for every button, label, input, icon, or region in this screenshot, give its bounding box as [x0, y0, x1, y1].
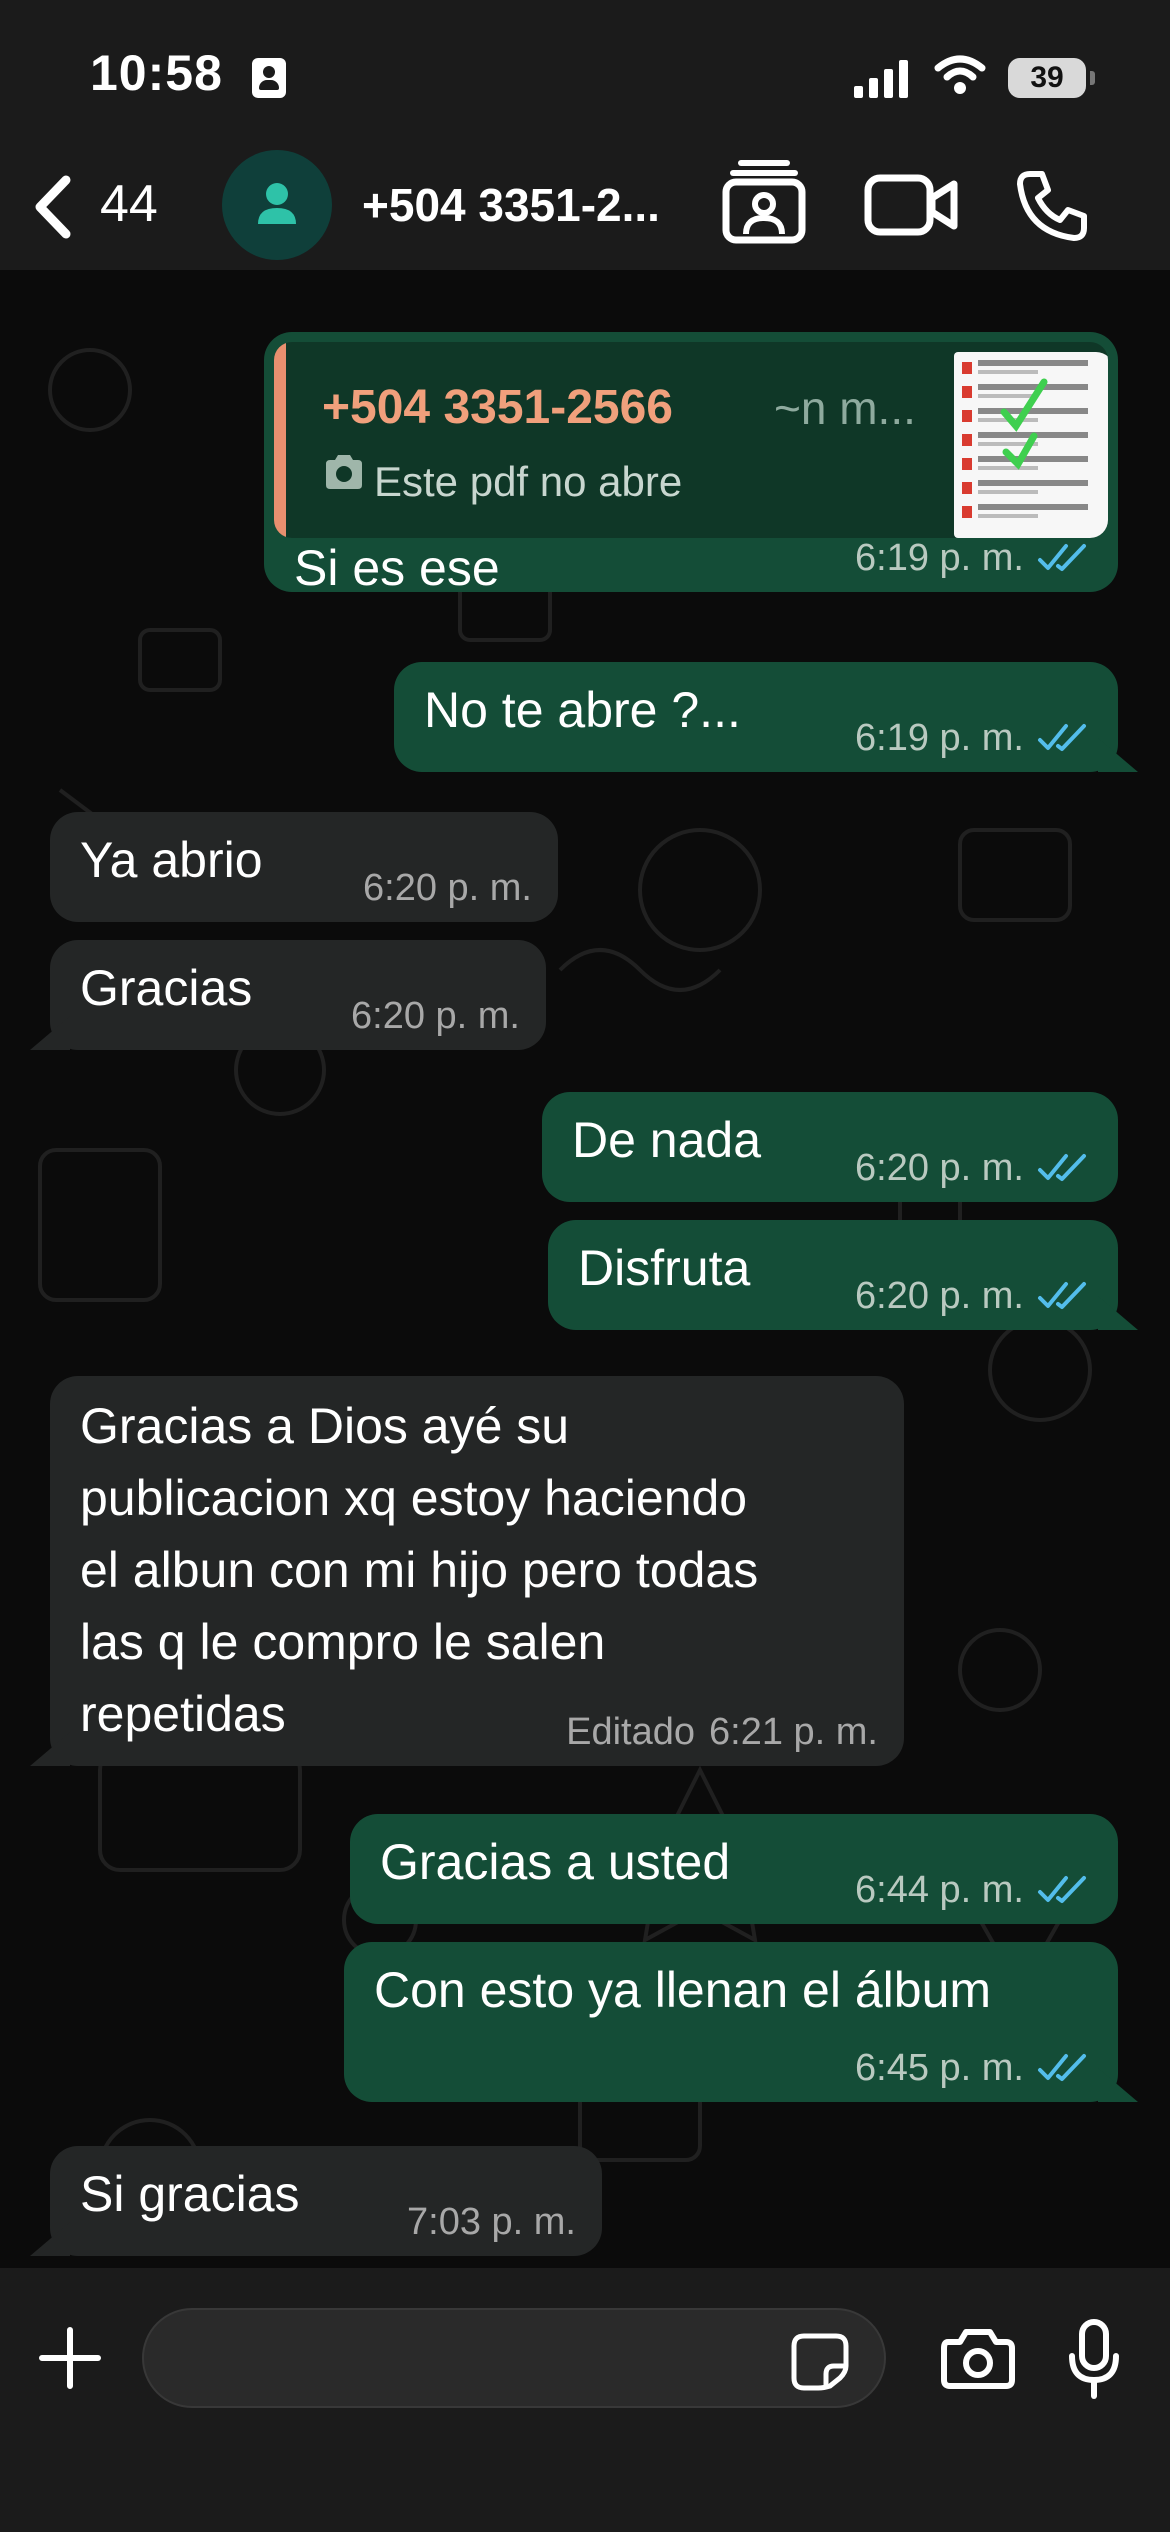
reply-thumbnail — [954, 352, 1108, 538]
chat-header: 44 +504 3351-2... — [0, 150, 1170, 270]
message-meta: Editado 6:21 p. m. — [566, 1708, 878, 1756]
sticker-icon[interactable] — [790, 2332, 850, 2392]
avatar[interactable] — [222, 150, 332, 260]
reply-quoted-text: Este pdf no abre — [374, 458, 683, 505]
reply-push-name: ~n m... — [774, 382, 916, 434]
message-text: De nada — [572, 1112, 762, 1168]
edited-label: Editado — [566, 1711, 696, 1753]
green-check-mark — [1000, 378, 1048, 470]
unread-count[interactable]: 44 — [100, 174, 158, 234]
message-text: Ya abrio — [80, 832, 263, 888]
message-time: 6:19 p. m. — [855, 537, 1024, 579]
message-meta: 6:19 p. m. — [855, 534, 1092, 582]
reply-quote[interactable]: +504 3351-2566 ~n m... Este pdf no abre — [274, 342, 1108, 538]
message-line: Gracias a Dios ayé su — [80, 1398, 570, 1454]
message-time: 6:19 p. m. — [855, 717, 1024, 759]
message-text: No te abre ?... — [424, 682, 741, 738]
double-check-read-icon — [1038, 544, 1086, 571]
message-meta: 6:19 p. m. — [855, 714, 1092, 762]
message-bubble-outgoing[interactable]: Disfruta 6:20 p. m. — [548, 1220, 1138, 1330]
message-bubble-incoming[interactable]: Gracias 6:20 p. m. — [30, 940, 546, 1050]
message-meta: 6:20 p. m. — [855, 1272, 1092, 1320]
message-bubble-outgoing[interactable]: No te abre ?... 6:19 p. m. — [394, 662, 1138, 772]
message-bubble-outgoing[interactable]: Con esto ya llenan el álbum 6:45 p. m. — [344, 1942, 1138, 2102]
contact-card-status-icon — [252, 58, 286, 98]
reply-accent-bar — [274, 342, 286, 538]
reply-author: +504 3351-2566 — [322, 381, 673, 434]
message-time: 6:20 p. m. — [363, 867, 532, 909]
microphone-icon[interactable] — [1066, 2318, 1122, 2402]
message-text: Si gracias — [80, 2166, 300, 2222]
message-text: Si es ese — [294, 540, 500, 596]
message-bubble-outgoing[interactable]: De nada 6:20 p. m. — [542, 1092, 1118, 1202]
message-bubble-outgoing[interactable]: +504 3351-2566 ~n m... Este pdf no abre — [264, 332, 1118, 596]
message-line: publicacion xq estoy haciendo — [80, 1470, 748, 1526]
message-meta: 6:45 p. m. — [855, 2044, 1092, 2092]
message-text: Gracias a usted — [380, 1834, 731, 1890]
message-text: Gracias a Dios ayé su publicacion xq est… — [80, 1390, 758, 1750]
default-avatar-icon — [258, 183, 296, 224]
message-line: el albun con mi hijo pero todas — [80, 1542, 759, 1598]
message-meta: 7:03 p. m. — [407, 2198, 576, 2246]
double-check-read-icon — [1038, 1876, 1086, 1903]
camera-icon[interactable] — [940, 2326, 1016, 2390]
message-time: 6:44 p. m. — [855, 1869, 1024, 1911]
signal-icon — [854, 60, 910, 98]
voice-call-icon[interactable] — [1014, 168, 1090, 244]
message-bubble-outgoing[interactable]: Gracias a usted 6:44 p. m. — [350, 1814, 1118, 1924]
double-check-read-icon — [1038, 1282, 1086, 1309]
message-text: Disfruta — [578, 1240, 751, 1296]
message-time: 6:20 p. m. — [351, 995, 520, 1037]
back-chevron-icon[interactable] — [26, 172, 86, 242]
message-time: 6:20 p. m. — [855, 1147, 1024, 1189]
message-text: Con esto ya llenan el álbum — [374, 1962, 992, 2018]
message-meta: 6:20 p. m. — [363, 864, 532, 912]
contact-name[interactable]: +504 3351-2... — [362, 178, 702, 232]
message-list[interactable]: +504 3351-2566 ~n m... Este pdf no abre — [0, 270, 1170, 2268]
camera-icon — [326, 455, 362, 489]
message-time: 6:45 p. m. — [855, 2047, 1024, 2089]
message-bubble-incoming[interactable]: Gracias a Dios ayé su publicacion xq est… — [30, 1376, 904, 1766]
message-meta: 6:20 p. m. — [855, 1144, 1092, 1192]
message-meta: 6:20 p. m. — [351, 992, 520, 1040]
message-meta: 6:44 p. m. — [855, 1866, 1092, 1914]
composer-bar — [0, 2268, 1170, 2532]
message-time: 6:20 p. m. — [855, 1275, 1024, 1317]
wifi-icon — [934, 55, 986, 94]
plus-icon[interactable] — [38, 2326, 102, 2390]
double-check-read-icon — [1038, 1154, 1086, 1181]
status-bar: 10:58 39 — [0, 0, 1170, 150]
message-time: 6:21 p. m. — [709, 1711, 878, 1753]
message-time: 7:03 p. m. — [407, 2201, 576, 2243]
message-line: las q le compro le salen — [80, 1614, 606, 1670]
message-text: Gracias — [80, 960, 253, 1016]
message-input[interactable] — [142, 2308, 886, 2408]
double-check-read-icon — [1038, 724, 1086, 751]
message-bubble-incoming[interactable]: Si gracias 7:03 p. m. — [30, 2146, 602, 2256]
double-check-read-icon — [1038, 2054, 1086, 2081]
contacts-icon[interactable] — [722, 156, 806, 246]
message-bubble-incoming[interactable]: Ya abrio 6:20 p. m. — [50, 812, 558, 922]
battery-icon: 39 — [1008, 58, 1095, 98]
video-call-icon[interactable] — [864, 172, 960, 238]
status-time: 10:58 — [90, 45, 223, 101]
